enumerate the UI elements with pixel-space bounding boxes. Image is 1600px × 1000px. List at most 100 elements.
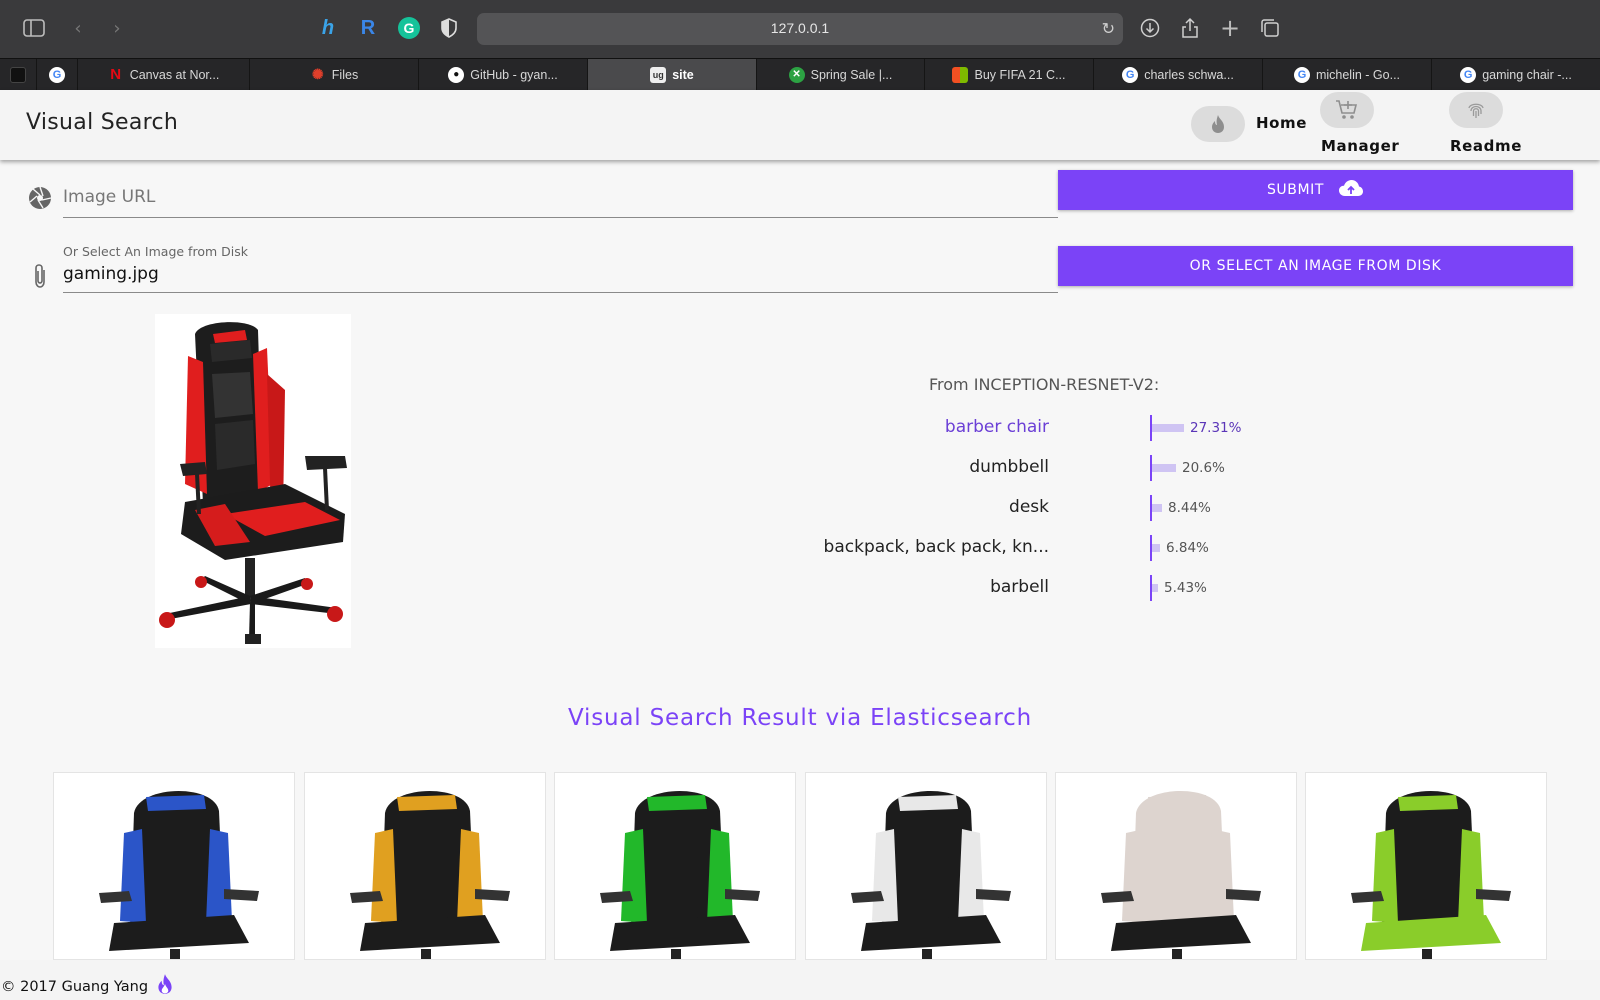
tab-overview-icon[interactable] bbox=[1258, 16, 1282, 40]
reload-icon[interactable]: ↻ bbox=[1102, 19, 1115, 38]
model-heading: From INCEPTION-RESNET-V2: bbox=[929, 375, 1160, 394]
prediction-label: desk bbox=[1009, 497, 1049, 517]
prediction-value: 6.84% bbox=[1166, 540, 1209, 556]
prediction-row: barbell 5.43% bbox=[880, 575, 1280, 603]
file-select-field[interactable]: Or Select An Image from Disk gaming.jpg bbox=[63, 240, 1058, 293]
tab-charles-schwab[interactable]: G charles schwa... bbox=[1094, 59, 1263, 90]
tab-canvas[interactable]: N Canvas at Nor... bbox=[78, 59, 250, 90]
back-icon[interactable]: ‹ bbox=[66, 16, 90, 40]
prediction-bar bbox=[1152, 504, 1162, 512]
download-icon[interactable] bbox=[1138, 16, 1162, 40]
tab-fifa[interactable]: Buy FIFA 21 C... bbox=[925, 59, 1094, 90]
prediction-label: backpack, back pack, kn... bbox=[823, 537, 1049, 557]
camera-aperture-icon bbox=[28, 186, 52, 216]
file-select-label: Or Select An Image from Disk bbox=[63, 244, 248, 259]
flame-icon[interactable] bbox=[1191, 106, 1245, 142]
footer: © 2017 Guang Yang bbox=[0, 960, 1600, 1000]
result-card-green-gaming-chair[interactable] bbox=[554, 772, 796, 960]
cloud-upload-icon bbox=[1338, 179, 1364, 201]
tab-label: michelin - Go... bbox=[1315, 67, 1401, 82]
copyright-label: © 2017 Guang Yang bbox=[1, 979, 149, 995]
prediction-value: 27.31% bbox=[1190, 420, 1242, 436]
fingerprint-icon[interactable] bbox=[1449, 92, 1503, 128]
tab-gaming-chair[interactable]: G gaming chair -... bbox=[1432, 59, 1600, 90]
prediction-bar bbox=[1152, 464, 1176, 472]
submit-button[interactable]: SUBMIT bbox=[1058, 170, 1573, 210]
forward-icon[interactable]: › bbox=[105, 16, 129, 40]
prediction-value: 5.43% bbox=[1164, 580, 1207, 596]
site-icon: ug bbox=[650, 66, 667, 83]
image-url-field[interactable]: Image URL bbox=[63, 178, 1058, 218]
prediction-bar bbox=[1152, 544, 1160, 552]
result-card-beige-office-chair[interactable] bbox=[1055, 772, 1297, 960]
prediction-value: 20.6% bbox=[1182, 460, 1225, 476]
app-title: Visual Search bbox=[26, 110, 179, 135]
share-icon[interactable] bbox=[1178, 16, 1202, 40]
prediction-value: 8.44% bbox=[1168, 500, 1211, 516]
sidebar-toggle-icon[interactable] bbox=[22, 16, 46, 40]
tab-strip: G N Canvas at Nor... ✺ Files ● GitHub - … bbox=[0, 58, 1600, 90]
google-icon: G bbox=[1122, 66, 1139, 83]
query-image bbox=[155, 314, 351, 648]
result-card-black-white-gaming-chair[interactable] bbox=[805, 772, 1047, 960]
tab-label: gaming chair -... bbox=[1482, 67, 1572, 82]
microsoft-icon bbox=[952, 66, 969, 83]
tab-label: site bbox=[672, 67, 694, 82]
tab-github[interactable]: ● GitHub - gyan... bbox=[419, 59, 588, 90]
honey-icon[interactable]: h bbox=[315, 15, 341, 41]
paperclip-icon bbox=[31, 262, 49, 296]
cart-add-icon[interactable] bbox=[1320, 92, 1374, 128]
image-url-placeholder: Image URL bbox=[63, 187, 156, 207]
netflix-icon: N bbox=[110, 66, 122, 83]
nav-readme[interactable]: Readme bbox=[1450, 137, 1522, 155]
tab-label: Files bbox=[331, 67, 359, 82]
tab-label: charles schwa... bbox=[1144, 67, 1234, 82]
select-image-button[interactable]: OR SELECT AN IMAGE FROM DISK bbox=[1058, 246, 1573, 286]
github-icon: ● bbox=[448, 66, 465, 83]
tab-label: Canvas at Nor... bbox=[129, 67, 220, 82]
prediction-label: barbell bbox=[990, 577, 1049, 597]
prediction-row: desk 8.44% bbox=[880, 495, 1280, 523]
prediction-label: dumbbell bbox=[969, 457, 1049, 477]
result-card-green-mesh-chair[interactable] bbox=[1305, 772, 1547, 960]
tab-michelin[interactable]: G michelin - Go... bbox=[1263, 59, 1432, 90]
tab-label: Spring Sale |... bbox=[810, 67, 893, 82]
url-text: 127.0.0.1 bbox=[770, 20, 830, 36]
result-card-blue-racing-chair[interactable] bbox=[53, 772, 295, 960]
prediction-bar bbox=[1152, 424, 1184, 432]
file-name-value: gaming.jpg bbox=[63, 264, 159, 284]
submit-label: SUBMIT bbox=[1266, 182, 1325, 198]
reader-icon[interactable]: R bbox=[355, 15, 381, 41]
prediction-row: backpack, back pack, kn... 6.84% bbox=[824, 535, 1280, 563]
google-icon: G bbox=[1293, 66, 1310, 83]
nav-manager[interactable]: Manager bbox=[1321, 137, 1399, 155]
app-header: Visual Search Home Manager Readme bbox=[0, 90, 1600, 160]
prediction-row: dumbbell 20.6% bbox=[880, 455, 1280, 483]
tab-label: Buy FIFA 21 C... bbox=[974, 67, 1066, 82]
tab-pinned-1[interactable] bbox=[0, 59, 37, 90]
flame-icon bbox=[156, 973, 174, 999]
tab-pinned-google[interactable]: G bbox=[37, 59, 78, 90]
prediction-row: barber chair 27.31% bbox=[880, 415, 1280, 443]
tab-files[interactable]: ✺ Files bbox=[250, 59, 419, 90]
shield-icon[interactable] bbox=[436, 15, 462, 41]
tab-site[interactable]: ug site bbox=[588, 59, 757, 90]
xbox-icon: ✕ bbox=[788, 66, 805, 83]
new-tab-icon[interactable]: + bbox=[1218, 14, 1242, 42]
tab-spring-sale[interactable]: ✕ Spring Sale |... bbox=[757, 59, 925, 90]
nav-home[interactable]: Home bbox=[1256, 114, 1307, 132]
prediction-label: barber chair bbox=[944, 417, 1049, 437]
copyright-text: © 2017 Guang Yang bbox=[1, 973, 174, 999]
browser-toolbar: ‹ › h R G 127.0.0.1 ↻ + bbox=[0, 0, 1600, 58]
select-image-label: OR SELECT AN IMAGE FROM DISK bbox=[1189, 258, 1442, 274]
dark-square-icon bbox=[10, 66, 26, 83]
prediction-bar bbox=[1152, 584, 1158, 592]
result-card-black-yellow-gaming-chair[interactable] bbox=[304, 772, 546, 960]
canvas-icon: ✺ bbox=[311, 66, 324, 82]
address-bar[interactable]: 127.0.0.1 ↻ bbox=[477, 13, 1123, 45]
google-icon: G bbox=[49, 66, 65, 83]
results-title: Visual Search Result via Elasticsearch bbox=[568, 705, 1032, 731]
google-icon: G bbox=[1460, 66, 1477, 83]
tab-label: GitHub - gyan... bbox=[470, 67, 558, 82]
grammarly-icon[interactable]: G bbox=[396, 15, 422, 41]
